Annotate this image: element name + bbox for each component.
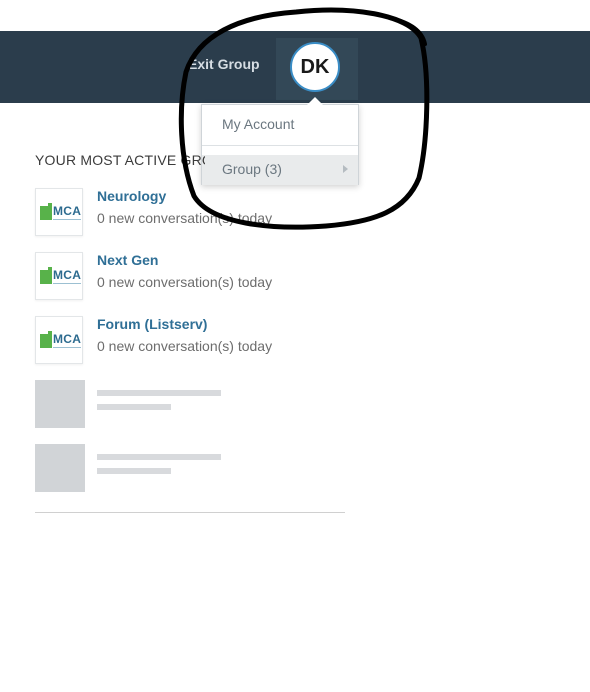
placeholder-line <box>97 404 171 410</box>
loading-placeholder-row <box>35 380 235 428</box>
placeholder-thumbnail <box>35 380 85 428</box>
minnesota-map-icon <box>40 267 52 284</box>
placeholder-thumbnail <box>35 444 85 492</box>
logo-underline <box>53 347 81 348</box>
group-name-link[interactable]: Neurology <box>97 188 166 204</box>
logo-text: MCA <box>53 204 82 218</box>
group-logo: MCA <box>35 252 83 300</box>
avatar[interactable]: DK <box>290 42 340 92</box>
logo-text: MCA <box>53 332 82 346</box>
logo-underline <box>53 219 81 220</box>
group-logo: MCA <box>35 188 83 236</box>
group-row[interactable]: MCA Next Gen 0 new conversation(s) today <box>35 252 355 302</box>
logo-underline <box>53 283 81 284</box>
group-logo: MCA <box>35 316 83 364</box>
placeholder-line <box>97 454 221 460</box>
menu-item-group[interactable]: Group (3) <box>202 155 358 185</box>
group-conversation-count: 0 new conversation(s) today <box>97 210 273 226</box>
group-name-link[interactable]: Forum (Listserv) <box>97 316 207 332</box>
group-name-link[interactable]: Next Gen <box>97 252 158 268</box>
chevron-right-icon <box>343 165 348 173</box>
placeholder-line <box>97 468 171 474</box>
group-conversation-count: 0 new conversation(s) today <box>97 274 273 290</box>
dropdown-caret <box>307 97 323 105</box>
account-dropdown-menu: My Account Group (3) <box>201 97 359 185</box>
menu-item-group-label: Group (3) <box>222 161 282 177</box>
menu-divider <box>202 145 358 146</box>
section-divider <box>35 512 345 513</box>
minnesota-map-icon <box>40 203 52 220</box>
group-row[interactable]: MCA Neurology 0 new conversation(s) toda… <box>35 188 355 238</box>
logo-text: MCA <box>53 268 82 282</box>
exit-group-link[interactable]: Exit Group <box>188 56 260 72</box>
group-conversation-count: 0 new conversation(s) today <box>97 338 273 354</box>
menu-item-my-account[interactable]: My Account <box>202 105 358 145</box>
loading-placeholder-row <box>35 444 235 492</box>
group-row[interactable]: MCA Forum (Listserv) 0 new conversation(… <box>35 316 355 366</box>
placeholder-line <box>97 390 221 396</box>
section-title: YOUR MOST ACTIVE GROUPS <box>35 152 205 168</box>
minnesota-map-icon <box>40 331 52 348</box>
